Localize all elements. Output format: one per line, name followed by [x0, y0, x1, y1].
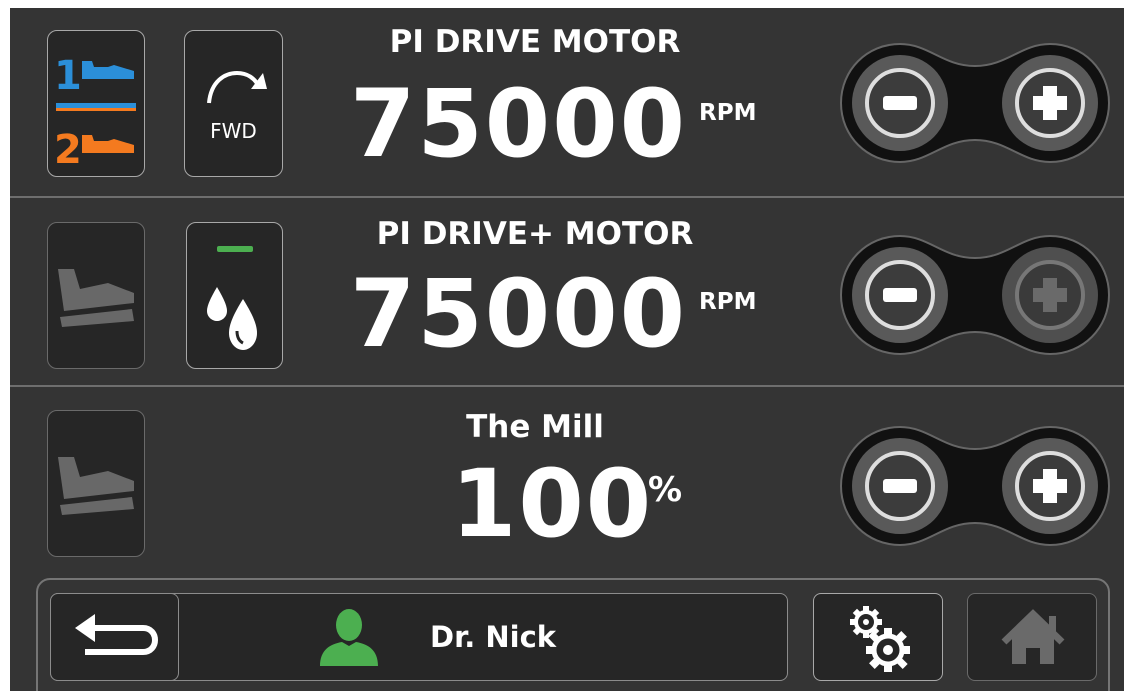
minus-icon: [883, 288, 917, 302]
control-row-pi-drive-plus: PI DRIVE+ MOTOR 75000 RPM: [10, 198, 1124, 387]
speed-stepper: [839, 425, 1111, 547]
control-title: The Mill: [466, 409, 604, 445]
foot-pedal-icon: [58, 457, 134, 515]
blue-pedal-icon: [82, 61, 134, 79]
control-title: PI DRIVE+ MOTOR: [376, 216, 694, 252]
foot-pedal-icon: [58, 269, 134, 327]
device-screen: 1 2 FWD PI DRIVE MOTOR 75000 RPM PI DRIV…: [10, 8, 1124, 691]
speed-value: 100: [451, 450, 654, 559]
decrease-button[interactable]: [852, 438, 948, 534]
speed-unit: RPM: [699, 100, 757, 126]
control-title: PI DRIVE MOTOR: [389, 24, 681, 60]
increase-button[interactable]: [1002, 55, 1098, 151]
gears-icon: [850, 606, 910, 672]
home-button[interactable]: [967, 593, 1097, 681]
back-button[interactable]: [50, 593, 179, 681]
user-icon: [320, 609, 378, 666]
pedal-button[interactable]: [47, 222, 145, 369]
irrigation-indicator: [217, 246, 253, 252]
direction-label: FWD: [210, 119, 257, 143]
home-icon: [1001, 609, 1065, 664]
water-drops-icon: [207, 246, 257, 350]
increase-button[interactable]: [1002, 438, 1098, 534]
irrigation-button[interactable]: [186, 222, 283, 369]
back-arrow-icon: [75, 614, 159, 655]
decrease-button[interactable]: [852, 247, 948, 343]
user-name: Dr. Nick: [430, 620, 557, 654]
rotate-clockwise-icon: [207, 70, 267, 104]
speed-value: 75000: [350, 70, 688, 179]
pedal-number-2: 2: [54, 127, 82, 173]
decrease-button[interactable]: [852, 55, 948, 151]
settings-button[interactable]: [813, 593, 943, 681]
dual-pedal-icon: 1 2: [54, 53, 136, 173]
speed-unit: RPM: [699, 289, 757, 315]
speed-stepper: [839, 234, 1111, 356]
minus-icon: [883, 96, 917, 110]
speed-stepper: [839, 42, 1111, 164]
pedal-number-1: 1: [54, 53, 82, 99]
minus-icon: [883, 479, 917, 493]
orange-pedal-icon: [82, 135, 134, 153]
speed-value: 75000: [350, 260, 688, 369]
pedal-button[interactable]: [47, 410, 145, 557]
control-row-pi-drive: 1 2 FWD PI DRIVE MOTOR 75000 RPM: [10, 8, 1124, 198]
direction-button[interactable]: FWD: [184, 30, 283, 177]
pedal-assignment-button[interactable]: 1 2: [47, 30, 145, 177]
increase-button-disabled[interactable]: [1002, 247, 1098, 343]
speed-unit: %: [648, 470, 683, 510]
